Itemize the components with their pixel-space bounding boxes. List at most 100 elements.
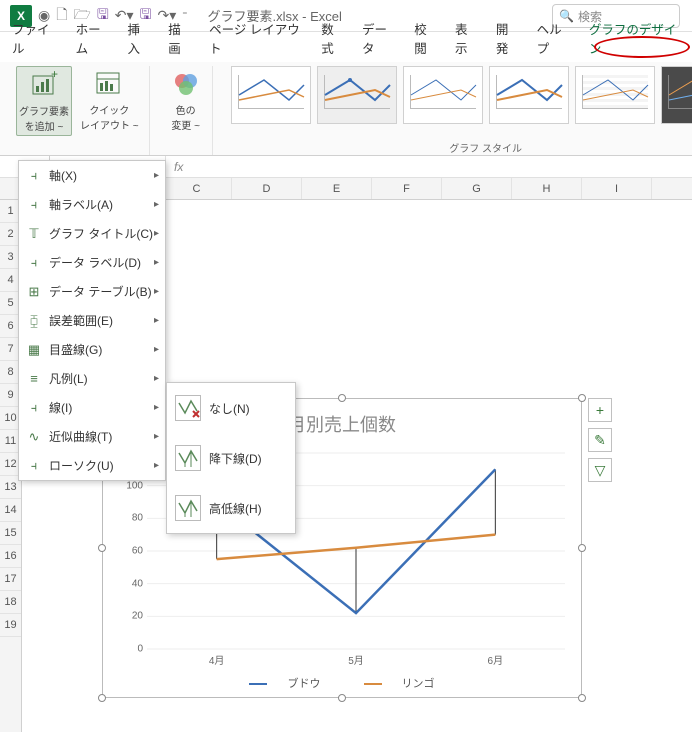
quick-layout-button[interactable]: クイック レイアウト ~ bbox=[78, 66, 141, 136]
style-thumb-5[interactable] bbox=[575, 66, 655, 124]
menu-label: 目盛線(G) bbox=[49, 341, 102, 358]
menu-icon: ≡ bbox=[25, 371, 43, 386]
menu-label: グラフ タイトル(C) bbox=[49, 225, 153, 242]
add-chart-element-button[interactable]: + グラフ要素 を追加 ~ bbox=[16, 66, 72, 136]
style-thumb-2[interactable] bbox=[317, 66, 397, 124]
menu-item-4[interactable]: ⊞データ テーブル(B)▸ bbox=[19, 277, 165, 306]
resize-handle[interactable] bbox=[578, 544, 586, 552]
change-colors-label: 色の 変更 ~ bbox=[171, 102, 200, 132]
col-f[interactable]: F bbox=[372, 178, 442, 199]
col-g[interactable]: G bbox=[442, 178, 512, 199]
chevron-right-icon: ▸ bbox=[154, 431, 159, 442]
menu-icon: ▦ bbox=[25, 342, 43, 358]
menu-item-7[interactable]: ≡凡例(L)▸ bbox=[19, 364, 165, 393]
col-d[interactable]: D bbox=[232, 178, 302, 199]
tab-home[interactable]: ホーム bbox=[68, 14, 118, 62]
chart-filters-button[interactable]: ▽ bbox=[588, 458, 612, 482]
menu-label: 軸ラベル(A) bbox=[49, 196, 113, 213]
tab-draw[interactable]: 描画 bbox=[160, 14, 199, 62]
row-18[interactable]: 18 bbox=[0, 591, 21, 614]
menu-label: ローソク(U) bbox=[49, 457, 114, 474]
chart-styles-gallery[interactable] bbox=[231, 66, 692, 141]
chevron-right-icon: ▸ bbox=[154, 257, 159, 268]
fx-label: fx bbox=[166, 160, 191, 174]
styles-group-label: グラフ スタイル bbox=[223, 140, 692, 155]
tab-formulas[interactable]: 数式 bbox=[313, 14, 352, 62]
submenu-item-0[interactable]: なし(N) bbox=[167, 383, 295, 433]
change-colors-button[interactable]: 色の 変更 ~ bbox=[168, 66, 204, 134]
menu-item-5[interactable]: ⧮誤差範囲(E)▸ bbox=[19, 306, 165, 335]
chevron-right-icon: ▸ bbox=[154, 344, 159, 355]
resize-handle[interactable] bbox=[98, 544, 106, 552]
chart-styles-button[interactable]: ✎ bbox=[588, 428, 612, 452]
tab-data[interactable]: データ bbox=[354, 14, 404, 62]
submenu-label: 高低線(H) bbox=[209, 500, 262, 517]
submenu-icon bbox=[175, 395, 201, 421]
tab-review[interactable]: 校閲 bbox=[406, 14, 445, 62]
menu-item-2[interactable]: 𝕋グラフ タイトル(C)▸ bbox=[19, 219, 165, 248]
submenu-item-2[interactable]: 高低線(H) bbox=[167, 483, 295, 533]
tab-help[interactable]: ヘルプ bbox=[529, 14, 579, 62]
col-h[interactable]: H bbox=[512, 178, 582, 199]
menu-item-1[interactable]: ⫞軸ラベル(A)▸ bbox=[19, 190, 165, 219]
submenu-icon bbox=[175, 495, 201, 521]
style-thumb-3[interactable] bbox=[403, 66, 483, 124]
tab-pagelayout[interactable]: ページ レイアウト bbox=[201, 14, 311, 62]
style-thumb-6[interactable] bbox=[661, 66, 692, 124]
quick-layout-label: クイック レイアウト ~ bbox=[80, 102, 139, 132]
col-e[interactable]: E bbox=[302, 178, 372, 199]
row-17[interactable]: 17 bbox=[0, 568, 21, 591]
ribbon-group-layout: + グラフ要素 を追加 ~ クイック レイアウト ~ bbox=[8, 66, 150, 155]
style-thumb-4[interactable] bbox=[489, 66, 569, 124]
col-c[interactable]: C bbox=[162, 178, 232, 199]
resize-handle[interactable] bbox=[338, 394, 346, 402]
ribbon-group-styles: グラフ スタイル bbox=[223, 66, 692, 155]
row-15[interactable]: 15 bbox=[0, 522, 21, 545]
menu-item-8[interactable]: ⫞ 線(I) ▸ bbox=[19, 393, 165, 422]
menu-item-9[interactable]: ∿近似曲線(T)▸ bbox=[19, 422, 165, 451]
submenu-label: 降下線(D) bbox=[209, 450, 262, 467]
resize-handle[interactable] bbox=[98, 694, 106, 702]
chart-legend[interactable]: ブドウ リンゴ bbox=[103, 675, 581, 691]
menu-icon: ⫞ bbox=[25, 458, 43, 474]
menu-item-6[interactable]: ▦ 目盛線(G) ▸ bbox=[19, 335, 165, 364]
menu-label: 凡例(L) bbox=[49, 370, 88, 387]
add-element-icon: + bbox=[28, 69, 60, 101]
resize-handle[interactable] bbox=[338, 694, 346, 702]
menu-item-3[interactable]: ⫞データ ラベル(D)▸ bbox=[19, 248, 165, 277]
submenu-item-1[interactable]: 降下線(D) bbox=[167, 433, 295, 483]
menu-icon: ∿ bbox=[25, 429, 43, 445]
menu-icon: 𝕋 bbox=[25, 226, 43, 242]
legend-item-1: ブドウ bbox=[287, 678, 320, 690]
row-16[interactable]: 16 bbox=[0, 545, 21, 568]
resize-handle[interactable] bbox=[578, 394, 586, 402]
row-14[interactable]: 14 bbox=[0, 499, 21, 522]
menu-item-10[interactable]: ⫞ローソク(U)▸ bbox=[19, 451, 165, 480]
tab-view[interactable]: 表示 bbox=[447, 14, 486, 62]
ribbon: + グラフ要素 を追加 ~ クイック レイアウト ~ 色の 変更 ~ bbox=[0, 62, 692, 156]
chart-side-buttons: + ✎ ▽ bbox=[588, 398, 612, 482]
chevron-right-icon: ▸ bbox=[154, 402, 159, 413]
tab-insert[interactable]: 挿入 bbox=[119, 14, 158, 62]
menu-icon: ⧮ bbox=[25, 313, 43, 329]
colors-icon bbox=[170, 68, 202, 100]
style-thumb-1[interactable] bbox=[231, 66, 311, 124]
chart-elements-button[interactable]: + bbox=[588, 398, 612, 422]
submenu-icon bbox=[175, 445, 201, 471]
tab-file[interactable]: ファイル bbox=[4, 14, 66, 62]
chevron-right-icon: ▸ bbox=[154, 199, 159, 210]
tab-developer[interactable]: 開発 bbox=[488, 14, 527, 62]
quick-layout-icon bbox=[93, 68, 125, 100]
menu-label: 軸(X) bbox=[49, 167, 77, 184]
legend-item-2: リンゴ bbox=[402, 678, 435, 690]
chevron-right-icon: ▸ bbox=[154, 286, 159, 297]
menu-label: 線(I) bbox=[49, 399, 72, 416]
tab-chart-design[interactable]: グラフのデザイン bbox=[581, 14, 688, 62]
menu-item-0[interactable]: ⫞軸(X)▸ bbox=[19, 161, 165, 190]
row-19[interactable]: 19 bbox=[0, 614, 21, 637]
col-i[interactable]: I bbox=[582, 178, 652, 199]
menu-label: データ ラベル(D) bbox=[49, 254, 141, 271]
menu-icon: ⫞ bbox=[25, 400, 43, 416]
resize-handle[interactable] bbox=[578, 694, 586, 702]
ribbon-group-colors: 色の 変更 ~ bbox=[160, 66, 213, 155]
